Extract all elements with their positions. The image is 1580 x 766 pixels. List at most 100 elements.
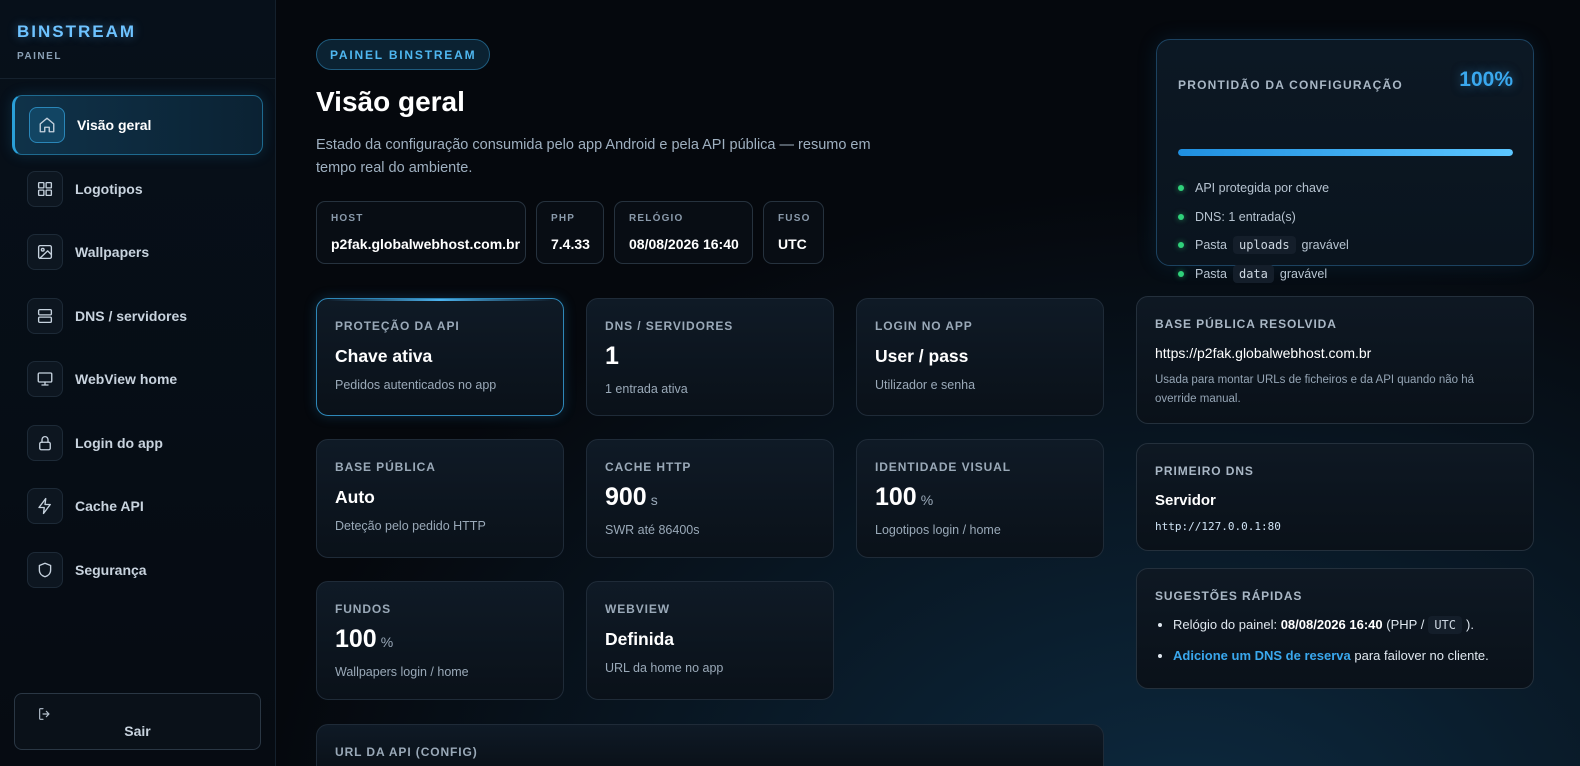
- card-sub: Utilizador e senha: [875, 378, 976, 392]
- card-url-api[interactable]: URL DA API (CONFIG): [316, 724, 1104, 766]
- check-item: DNS: 1 entrada(s): [1178, 203, 1349, 232]
- card-value: User / pass: [875, 346, 969, 366]
- meta-key: PHP: [551, 213, 576, 224]
- card-value: Chave ativa: [335, 346, 433, 366]
- card-key: IDENTIDADE VISUAL: [875, 460, 1011, 474]
- clock-tz: UTC: [1428, 616, 1463, 634]
- meta-value: p2fak.globalwebhost.com.br: [331, 236, 521, 252]
- sidebar-item-label: Segurança: [75, 561, 147, 578]
- card-key: FUNDOS: [335, 602, 392, 616]
- card-webview[interactable]: WEBVIEW Definida URL da home no app: [586, 581, 834, 700]
- sidebar-item-visao-geral[interactable]: Visão geral: [12, 95, 263, 155]
- sidebar-nav: Visão geral Logotipos Wallpapers DNS / s…: [12, 95, 263, 603]
- monitor-icon: [27, 361, 63, 397]
- clock-label: Relógio do painel:: [1173, 617, 1278, 632]
- dns-suggestion-text: para failover no cliente.: [1354, 648, 1489, 663]
- card-value: Definida: [605, 629, 675, 649]
- readiness-progress-fill: [1178, 149, 1513, 156]
- sidebar-item-dns-servidores[interactable]: DNS / servidores: [12, 286, 263, 346]
- card-unit: s: [650, 492, 658, 508]
- card-value: 100: [335, 625, 377, 653]
- brand: BINSTREAM PAINEL: [0, 0, 275, 62]
- server-icon: [27, 297, 63, 334]
- clock-paren-open: (PHP /: [1386, 617, 1425, 632]
- brand-divider: [0, 78, 276, 79]
- sidebar-item-label: WebView home: [75, 371, 178, 387]
- sidebar-item-seguranca[interactable]: Segurança: [12, 540, 263, 600]
- sidebar-item-wallpapers[interactable]: Wallpapers: [12, 222, 263, 282]
- card-value-row: 100%: [875, 483, 1085, 512]
- clock-value: 08/08/2026 16:40: [1280, 617, 1383, 632]
- sugestoes-list: Relógio do painel: 08/08/2026 16:40 (PHP…: [1155, 615, 1515, 666]
- sugestoes-panel: SUGESTÕES RÁPIDAS Relógio do painel: 08/…: [1136, 568, 1534, 689]
- card-base-publica[interactable]: BASE PÚBLICA Auto Deteção pelo pedido HT…: [316, 439, 564, 558]
- sidebar-item-webview-home[interactable]: WebView home: [12, 349, 263, 409]
- check-code: uploads: [1232, 236, 1296, 255]
- sidebar-item-label: Visão geral: [77, 117, 152, 133]
- panel-title: PRIMEIRO DNS: [1155, 464, 1254, 478]
- sidebar-item-label: DNS / servidores: [75, 307, 188, 324]
- check-text: gravável: [1279, 266, 1328, 281]
- sidebar-item-label: Cache API: [75, 498, 144, 514]
- card-sub: Deteção pelo pedido HTTP: [335, 519, 486, 533]
- primeiro-dns-panel: PRIMEIRO DNS Servidor http://127.0.0.1:8…: [1136, 443, 1534, 551]
- card-value: 900: [605, 483, 647, 511]
- check-item: Pasta data gravável: [1178, 260, 1349, 289]
- logout-icon: [39, 708, 50, 720]
- meta-host: HOST p2fak.globalwebhost.com.br: [316, 201, 526, 264]
- readiness-panel: PRONTIDÃO DA CONFIGURAÇÃO 100% API prote…: [1156, 39, 1534, 283]
- base-publica-panel: BASE PÚBLICA RESOLVIDA https://p2fak.glo…: [1136, 296, 1534, 424]
- card-key: BASE PÚBLICA: [335, 460, 436, 474]
- sidebar-item-login-do-app[interactable]: Login do app: [12, 413, 263, 473]
- card-key: LOGIN NO APP: [875, 319, 973, 333]
- meta-value: 08/08/2026 16:40: [629, 236, 739, 252]
- card-identidade-visual[interactable]: IDENTIDADE VISUAL 100% Logotipos login /…: [856, 439, 1104, 558]
- card-sub: Logotipos login / home: [875, 523, 1001, 537]
- readiness-progress-bar: [1178, 149, 1513, 156]
- card-dns-servidores[interactable]: DNS / SERVIDORES 1 1 entrada ativa: [586, 298, 834, 416]
- check-item: Pasta uploads gravável: [1178, 231, 1349, 260]
- header-badge: PAINEL BINSTREAM: [316, 39, 491, 70]
- readiness-percent: 100%: [1459, 68, 1513, 91]
- card-sub: 1 entrada ativa: [605, 382, 688, 396]
- meta-key: RELÓGIO: [629, 213, 684, 224]
- card-unit: %: [380, 634, 394, 650]
- card-key: URL DA API (CONFIG): [335, 745, 478, 759]
- meta-value: UTC: [778, 236, 807, 252]
- dns-url: http://127.0.0.1:80: [1155, 520, 1281, 533]
- home-icon: [29, 107, 65, 143]
- card-fundos[interactable]: FUNDOS 100% Wallpapers login / home: [316, 581, 564, 700]
- lock-icon: [27, 424, 63, 461]
- meta-key: HOST: [331, 213, 364, 224]
- card-value: 100: [875, 483, 917, 511]
- card-value-row: 900 s: [605, 483, 815, 512]
- card-value: Auto: [335, 487, 375, 507]
- sidebar-item-cache-api[interactable]: Cache API: [12, 476, 263, 536]
- brand-title: BINSTREAM: [17, 22, 137, 41]
- sidebar-item-logotipos[interactable]: Logotipos: [12, 159, 263, 219]
- check-dot-icon: [1178, 185, 1184, 192]
- panel-title: BASE PÚBLICA RESOLVIDA: [1155, 317, 1337, 331]
- meta-value: 7.4.33: [551, 236, 590, 252]
- sidebar-item-label: Login do app: [75, 434, 163, 451]
- card-key: DNS / SERVIDORES: [605, 319, 734, 333]
- panel-title: SUGESTÕES RÁPIDAS: [1155, 589, 1303, 603]
- card-sub: URL da home no app: [605, 661, 724, 675]
- add-dns-link[interactable]: Adicione um DNS de reserva: [1173, 648, 1351, 663]
- card-value-row: 100%: [335, 625, 545, 654]
- card-login-app[interactable]: LOGIN NO APP User / pass Utilizador e se…: [856, 298, 1104, 416]
- check-text: DNS: 1 entrada(s): [1195, 209, 1296, 224]
- page-description: Estado da configuração consumida pelo ap…: [316, 137, 871, 176]
- image-icon: [27, 234, 63, 270]
- card-cache-http[interactable]: CACHE HTTP 900 s SWR até 86400s: [586, 439, 834, 558]
- card-key: PROTEÇÃO DA API: [335, 319, 460, 333]
- base-publica-url: https://p2fak.globalwebhost.com.br: [1155, 345, 1372, 361]
- logout-button[interactable]: Sair: [14, 693, 261, 750]
- check-text: API protegida por chave: [1195, 181, 1330, 196]
- dns-name: Servidor: [1155, 492, 1216, 509]
- card-sub: SWR até 86400s: [605, 523, 700, 537]
- card-protecao-api[interactable]: PROTEÇÃO DA API Chave ativa Pedidos aute…: [316, 298, 564, 416]
- meta-key: FUSO: [778, 213, 811, 224]
- clock-paren-close: ).: [1466, 617, 1474, 632]
- shield-icon: [27, 551, 63, 588]
